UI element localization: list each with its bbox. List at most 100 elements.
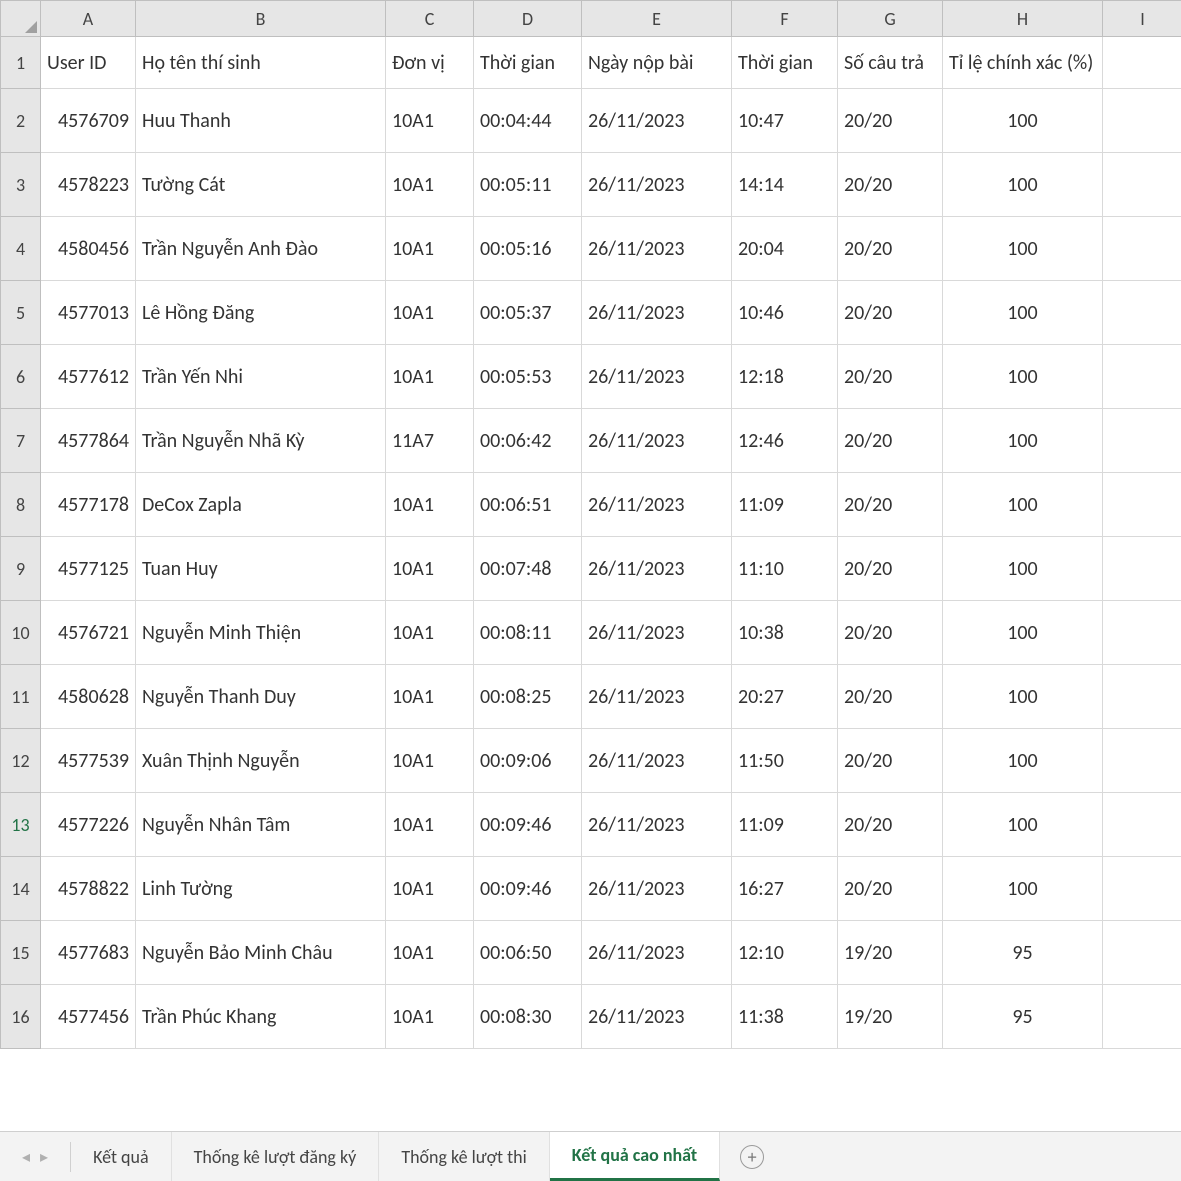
sheet-tab[interactable]: Thống kê lượt thi <box>379 1132 549 1181</box>
cell[interactable]: 00:06:42 <box>474 409 582 473</box>
row-header[interactable]: 4 <box>1 217 41 281</box>
sheet-tab[interactable]: Thống kê lượt đăng ký <box>172 1132 380 1181</box>
cell[interactable] <box>1103 985 1181 1049</box>
cell[interactable]: 26/11/2023 <box>582 89 732 153</box>
cell[interactable] <box>1103 217 1181 281</box>
cell[interactable]: 00:05:53 <box>474 345 582 409</box>
cell[interactable] <box>1103 281 1181 345</box>
cell[interactable]: 100 <box>943 729 1103 793</box>
cell[interactable]: 26/11/2023 <box>582 473 732 537</box>
cell[interactable]: 00:08:25 <box>474 665 582 729</box>
cell[interactable]: User ID <box>41 37 136 89</box>
cell[interactable]: 11A7 <box>386 409 474 473</box>
cell[interactable]: 26/11/2023 <box>582 665 732 729</box>
cell[interactable]: 16:27 <box>732 857 838 921</box>
cell[interactable]: 100 <box>943 473 1103 537</box>
cell[interactable]: 20:04 <box>732 217 838 281</box>
cell[interactable]: 11:10 <box>732 537 838 601</box>
row-header[interactable]: 2 <box>1 89 41 153</box>
cell[interactable]: 26/11/2023 <box>582 921 732 985</box>
row-header[interactable]: 13 <box>1 793 41 857</box>
cell[interactable]: 19/20 <box>838 921 943 985</box>
cell[interactable]: 100 <box>943 857 1103 921</box>
cell[interactable] <box>1103 665 1181 729</box>
cell[interactable]: 11:38 <box>732 985 838 1049</box>
cell[interactable]: 95 <box>943 985 1103 1049</box>
cell[interactable]: 00:04:44 <box>474 89 582 153</box>
cell[interactable]: 10A1 <box>386 601 474 665</box>
row-header[interactable]: 16 <box>1 985 41 1049</box>
cell[interactable]: 10A1 <box>386 729 474 793</box>
cell[interactable]: 26/11/2023 <box>582 345 732 409</box>
cell[interactable]: 26/11/2023 <box>582 537 732 601</box>
cell[interactable]: Thời gian <box>732 37 838 89</box>
spreadsheet-grid[interactable]: A B C D E F G H I 1User IDHọ tên thí sin… <box>0 0 1181 1131</box>
cell[interactable]: 19/20 <box>838 985 943 1049</box>
sheet-tab[interactable]: Kết quả <box>71 1132 172 1181</box>
row-header[interactable]: 7 <box>1 409 41 473</box>
cell[interactable]: Nguyễn Bảo Minh Châu <box>136 921 386 985</box>
row-header[interactable]: 6 <box>1 345 41 409</box>
cell[interactable]: 00:06:51 <box>474 473 582 537</box>
cell[interactable]: 4577864 <box>41 409 136 473</box>
cell[interactable]: 4578223 <box>41 153 136 217</box>
cell[interactable]: 20/20 <box>838 537 943 601</box>
cell[interactable]: 4576721 <box>41 601 136 665</box>
cell[interactable]: Đơn vị <box>386 37 474 89</box>
cell[interactable]: Ngày nộp bài <box>582 37 732 89</box>
cell[interactable]: DeCox Zapla <box>136 473 386 537</box>
cell[interactable]: Trần Yến Nhi <box>136 345 386 409</box>
cell[interactable]: 26/11/2023 <box>582 601 732 665</box>
cell[interactable]: 20/20 <box>838 473 943 537</box>
row-header[interactable]: 8 <box>1 473 41 537</box>
cell[interactable] <box>1103 473 1181 537</box>
cell[interactable]: 00:05:37 <box>474 281 582 345</box>
cell[interactable]: 100 <box>943 409 1103 473</box>
cell[interactable]: 4577178 <box>41 473 136 537</box>
row-header[interactable]: 10 <box>1 601 41 665</box>
cell[interactable]: 11:50 <box>732 729 838 793</box>
cell[interactable]: 20/20 <box>838 729 943 793</box>
cell[interactable]: 10:38 <box>732 601 838 665</box>
cell[interactable]: 12:10 <box>732 921 838 985</box>
cell[interactable]: Trần Nguyễn Nhã Kỳ <box>136 409 386 473</box>
row-header[interactable]: 11 <box>1 665 41 729</box>
cell[interactable] <box>1103 409 1181 473</box>
cell[interactable]: 100 <box>943 89 1103 153</box>
cell[interactable]: 4577612 <box>41 345 136 409</box>
cell[interactable]: 10A1 <box>386 921 474 985</box>
row-header[interactable]: 5 <box>1 281 41 345</box>
col-header-C[interactable]: C <box>386 1 474 37</box>
cell[interactable] <box>1103 153 1181 217</box>
cell[interactable]: 20/20 <box>838 281 943 345</box>
cell[interactable]: 100 <box>943 665 1103 729</box>
row-header[interactable]: 9 <box>1 537 41 601</box>
cell[interactable]: Nguyễn Thanh Duy <box>136 665 386 729</box>
cell[interactable]: 00:06:50 <box>474 921 582 985</box>
cell[interactable]: 4577013 <box>41 281 136 345</box>
cell[interactable]: 100 <box>943 217 1103 281</box>
cell[interactable]: 12:18 <box>732 345 838 409</box>
cell[interactable]: 11:09 <box>732 793 838 857</box>
cell[interactable]: 4580628 <box>41 665 136 729</box>
cell[interactable]: 4577125 <box>41 537 136 601</box>
cell[interactable]: 4580456 <box>41 217 136 281</box>
cell[interactable]: 14:14 <box>732 153 838 217</box>
cell[interactable]: 100 <box>943 153 1103 217</box>
add-sheet-button[interactable]: + <box>720 1145 784 1169</box>
cell[interactable]: 00:05:11 <box>474 153 582 217</box>
cell[interactable] <box>1103 729 1181 793</box>
cell[interactable]: 100 <box>943 281 1103 345</box>
cell[interactable]: 12:46 <box>732 409 838 473</box>
cell[interactable]: 4577683 <box>41 921 136 985</box>
cell[interactable]: 20/20 <box>838 409 943 473</box>
cell[interactable]: 00:09:46 <box>474 857 582 921</box>
row-header[interactable]: 15 <box>1 921 41 985</box>
row-header[interactable]: 1 <box>1 37 41 89</box>
cell[interactable]: 20/20 <box>838 89 943 153</box>
cell[interactable]: 10A1 <box>386 985 474 1049</box>
cell[interactable]: 10A1 <box>386 89 474 153</box>
row-header[interactable]: 14 <box>1 857 41 921</box>
sheet-tab[interactable]: Kết quả cao nhất <box>550 1132 720 1181</box>
tab-next-icon[interactable]: ▸ <box>40 1147 48 1167</box>
